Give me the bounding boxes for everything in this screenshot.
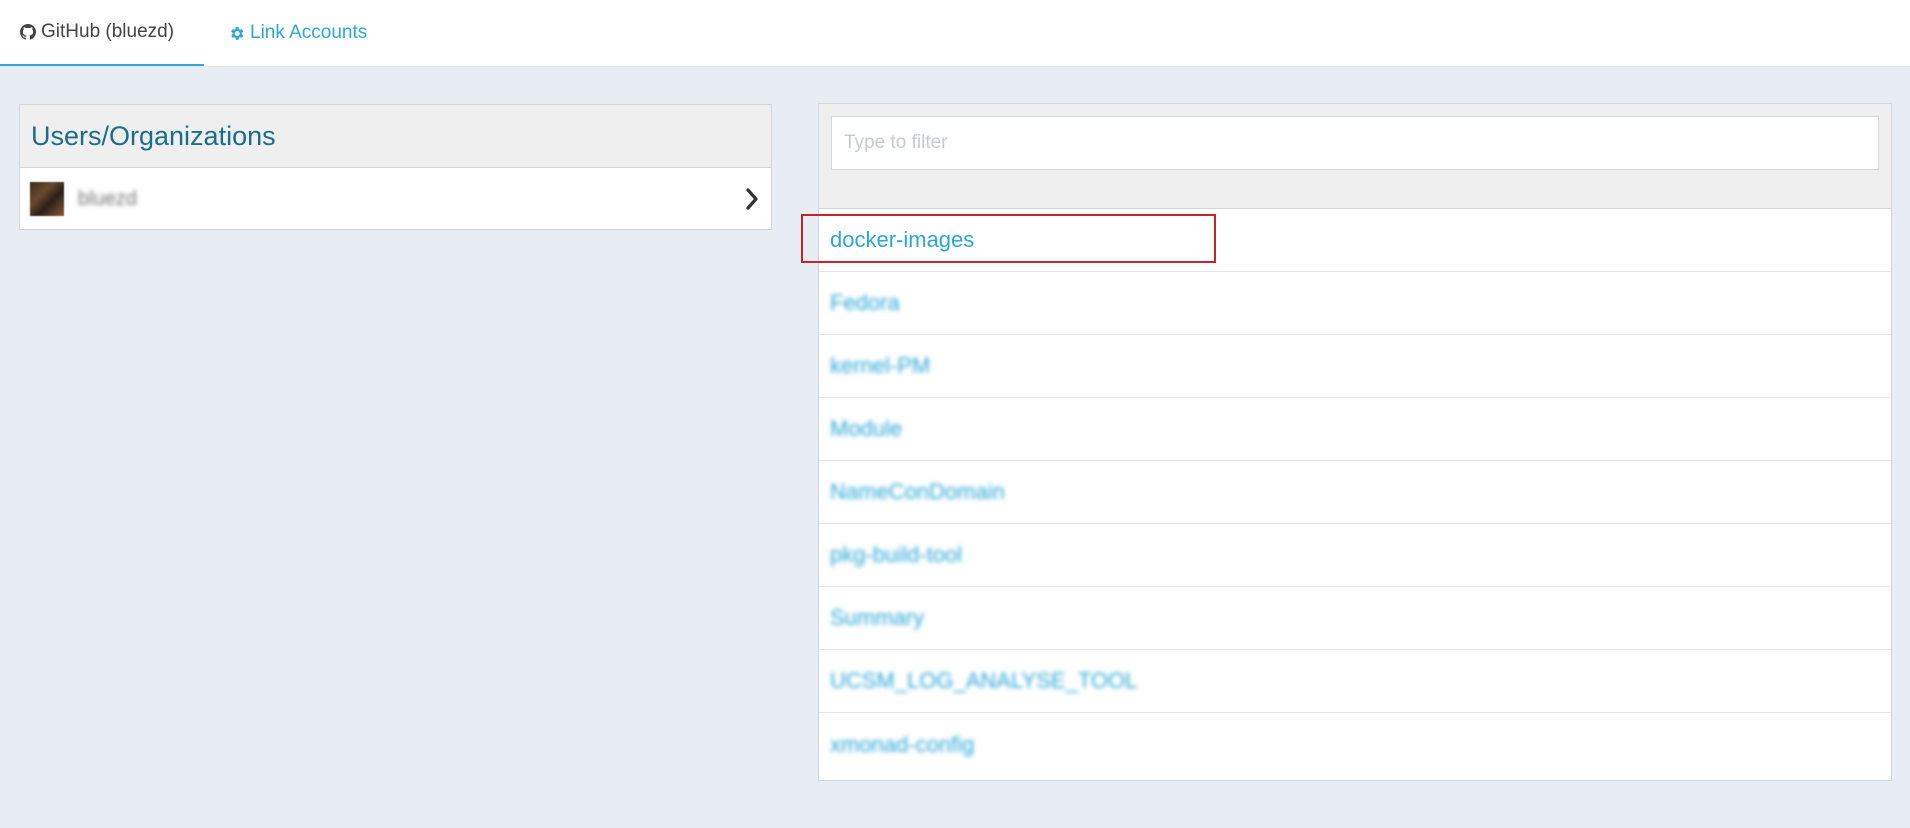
repo-name: kernel-PM <box>830 353 931 378</box>
repo-name: Summary <box>830 605 925 630</box>
top-nav: GitHub (bluezd) Link Accounts <box>0 0 1910 67</box>
filter-input[interactable] <box>831 116 1879 170</box>
repo-item[interactable]: Summary <box>819 587 1891 650</box>
tab-github[interactable]: GitHub (bluezd) <box>0 0 204 66</box>
panel-title: Users/Organizations <box>20 105 771 168</box>
repositories-panel: docker-images Fedora kernel-PM Module Na… <box>818 103 1892 781</box>
filter-area <box>819 104 1891 209</box>
repo-item[interactable]: UCSM_LOG_ANALYSE_TOOL <box>819 650 1891 713</box>
repo-list: docker-images Fedora kernel-PM Module Na… <box>819 209 1891 776</box>
repo-item[interactable]: xmonad-config <box>819 713 1891 776</box>
repo-item[interactable]: Module <box>819 398 1891 461</box>
github-icon <box>20 24 36 40</box>
repo-item[interactable]: kernel-PM <box>819 335 1891 398</box>
tab-link-accounts[interactable]: Link Accounts <box>228 0 367 66</box>
repo-item[interactable]: docker-images <box>819 209 1891 272</box>
repo-name: docker-images <box>830 227 975 252</box>
avatar <box>30 182 64 216</box>
repo-item[interactable]: pkg-build-tool <box>819 524 1891 587</box>
tab-github-label: GitHub (bluezd) <box>41 21 175 42</box>
repo-item[interactable]: NameConDomain <box>819 461 1891 524</box>
tab-link-accounts-label: Link Accounts <box>250 22 368 43</box>
repo-name: xmonad-config <box>830 731 975 757</box>
users-organizations-panel: Users/Organizations bluezd <box>19 104 772 230</box>
repo-name: pkg-build-tool <box>830 542 963 567</box>
repo-name: NameConDomain <box>830 479 1005 504</box>
user-row[interactable]: bluezd <box>20 168 771 230</box>
user-name: bluezd <box>78 187 137 210</box>
repo-name: Fedora <box>830 290 900 315</box>
repo-name: UCSM_LOG_ANALYSE_TOOL <box>830 668 1138 693</box>
repo-item[interactable]: Fedora <box>819 272 1891 335</box>
repo-name: Module <box>830 416 903 441</box>
chevron-right-icon <box>745 188 759 210</box>
gear-icon <box>228 25 245 42</box>
